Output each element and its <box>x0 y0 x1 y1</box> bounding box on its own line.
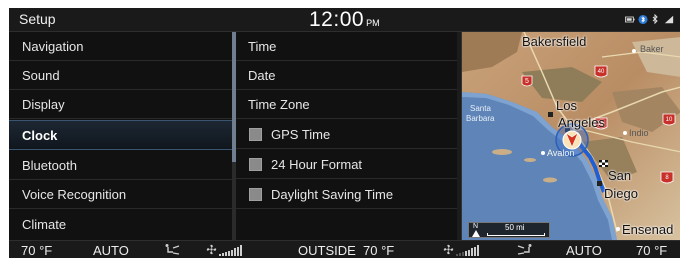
menu-item-display[interactable]: Display <box>9 90 232 119</box>
interstate-shield-8: 8 <box>660 171 674 184</box>
left-temperature[interactable]: 70 °F <box>21 243 52 258</box>
option-label: GPS Time <box>271 127 331 142</box>
menu-item-navigation[interactable]: Navigation <box>9 32 232 61</box>
left-fan-speed-bars[interactable] <box>219 245 242 256</box>
compass-icon[interactable] <box>472 230 480 237</box>
menu-item-label: Climate <box>22 217 67 232</box>
option-label: Date <box>248 68 276 83</box>
option-label: Time <box>248 39 277 54</box>
clock-ampm: PM <box>366 18 380 28</box>
scale-bar <box>487 233 545 236</box>
24-hour-format-checkbox[interactable] <box>249 158 262 171</box>
map-label-bakersfield: Bakersfield <box>522 34 587 49</box>
clock-display: 12:00 PM <box>309 8 380 32</box>
outside-temperature: 70 °F <box>363 243 395 258</box>
left-climate-mode[interactable]: AUTO <box>93 243 129 258</box>
option-date[interactable]: Date <box>236 61 461 90</box>
map-label-ensenada: Ensenad <box>622 222 674 237</box>
top-status-bar: Setup 12:00 PM <box>9 8 680 32</box>
gps-time-checkbox[interactable] <box>249 128 262 141</box>
menu-item-sound[interactable]: Sound <box>9 61 232 90</box>
interstate-shield-10: 10 <box>662 113 676 126</box>
shield-label: 40 <box>598 69 605 75</box>
right-climate-mode[interactable]: AUTO <box>566 243 602 258</box>
map-label-avalon: Avalon <box>547 148 575 158</box>
battery-icon <box>625 16 635 23</box>
page-title: Setup <box>19 11 56 27</box>
option-label: Time Zone <box>248 97 310 112</box>
right-fan-speed-bars[interactable] <box>456 245 479 256</box>
map-scale-indicator: N 50 mi <box>468 222 550 238</box>
map-label-santa: Santa <box>470 104 491 113</box>
option-time[interactable]: Time <box>236 32 461 61</box>
clock-options: Time Date Time Zone GPS Time 24 Hour For… <box>236 32 461 240</box>
menu-item-climate[interactable]: Climate <box>9 210 232 239</box>
map-label-barbara: Barbara <box>466 114 495 123</box>
map-label-diego: Diego <box>604 186 638 201</box>
menu-item-label: Bluetooth <box>22 158 77 173</box>
signal-icon <box>664 15 674 24</box>
compass-north-label: N <box>473 223 479 230</box>
menu-item-label: Sound <box>22 68 60 83</box>
left-airflow-icon[interactable] <box>163 243 181 256</box>
menu-item-clock[interactable]: Clock <box>9 120 232 150</box>
map-label-baker: Baker <box>640 44 664 54</box>
setup-menu: Navigation Sound Display Clock Bluetooth… <box>9 32 232 240</box>
clock-time: 12:00 <box>309 8 365 31</box>
left-fan-icon[interactable] <box>206 244 217 255</box>
bluetooth-icon <box>638 14 648 25</box>
option-gps-time[interactable]: GPS Time <box>236 120 461 149</box>
option-label: 24 Hour Format <box>271 157 363 172</box>
option-24-hour-format[interactable]: 24 Hour Format <box>236 150 461 179</box>
head-unit-screen: Setup 12:00 PM Navigation Sound Display C… <box>9 8 680 258</box>
navigation-map[interactable]: 5 40 15 10 8 Bakersfield Baker Los Angel… <box>461 32 680 240</box>
map-label-indio: Indio <box>629 128 649 138</box>
status-icons <box>625 14 674 25</box>
right-fan-icon[interactable] <box>443 244 454 255</box>
climate-bar: 70 °F AUTO OUTSIDE 70 °F AUTO 70 °F <box>9 240 680 258</box>
destination-flag-icon <box>599 160 608 167</box>
bluetooth-phone-icon <box>652 14 658 25</box>
menu-item-label: Clock <box>22 128 58 143</box>
menu-item-label: Display <box>22 97 65 112</box>
option-time-zone[interactable]: Time Zone <box>236 90 461 119</box>
menu-item-label: Navigation <box>22 39 84 54</box>
menu-item-voice-recognition[interactable]: Voice Recognition <box>9 180 232 209</box>
map-label-san: San <box>608 168 632 183</box>
shield-label: 5 <box>525 78 529 85</box>
scale-label: 50 mi <box>505 223 525 232</box>
option-label: Daylight Saving Time <box>271 187 394 202</box>
menu-item-bluetooth[interactable]: Bluetooth <box>9 151 232 180</box>
interstate-shield-40: 40 <box>594 65 608 78</box>
right-airflow-icon[interactable] <box>516 243 534 256</box>
shield-label: 10 <box>666 117 673 123</box>
option-daylight-saving-time[interactable]: Daylight Saving Time <box>236 180 461 209</box>
map-label-angeles: Angeles <box>558 115 605 130</box>
interstate-shield-5: 5 <box>521 75 533 87</box>
daylight-saving-time-checkbox[interactable] <box>249 188 262 201</box>
outside-label: OUTSIDE <box>298 243 356 258</box>
right-temperature[interactable]: 70 °F <box>636 243 667 258</box>
menu-item-label: Voice Recognition <box>22 187 127 202</box>
map-label-los: Los <box>556 98 577 113</box>
